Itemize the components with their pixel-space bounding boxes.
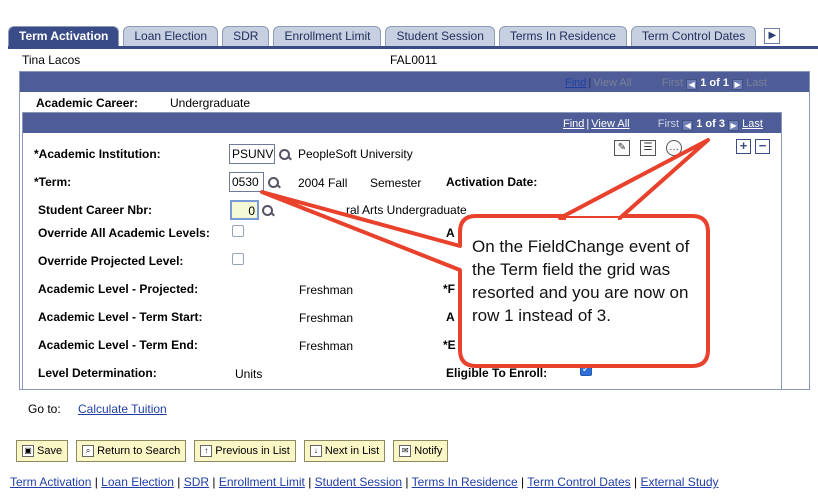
level-determination-value: Units	[235, 367, 263, 381]
outer-count: 1 of 1	[700, 77, 729, 89]
chart-icon[interactable]: ✎	[614, 140, 630, 156]
tab-student-session[interactable]: Student Session	[385, 26, 495, 46]
notepad-icon[interactable]: ☰	[640, 140, 656, 156]
previous-in-list-label: Previous in List	[215, 445, 290, 457]
term-input[interactable]: 0530	[229, 172, 264, 192]
button-bar: ▣ Save ⌕ Return to Search ↑ Previous in Lis…	[16, 440, 449, 462]
inner-view-all-link[interactable]: View All	[591, 118, 629, 130]
inner-nav: Find | View All First ◀ 1 of 3 ▶ Last	[563, 118, 763, 131]
inner-last-link[interactable]: Last	[742, 118, 763, 130]
level-determination-label: Level Determination:	[38, 366, 157, 380]
career-nbr-description: ral Arts Undergraduate	[346, 203, 467, 217]
goto-label: Go to:	[28, 402, 61, 416]
level-term-end-label: Academic Level - Term End:	[38, 338, 198, 352]
search-icon: ⌕	[82, 445, 95, 457]
partial-label-b: *E	[443, 338, 456, 352]
term-description: 2004 Fall	[298, 176, 348, 190]
down-arrow-icon: ↓	[309, 445, 322, 457]
tab-term-control-dates[interactable]: Term Control Dates	[630, 26, 757, 46]
outer-next-icon[interactable]: ▶	[732, 79, 744, 90]
save-button[interactable]: ▣ Save	[16, 440, 69, 462]
row-icons: ✎ ☰ …	[614, 140, 682, 156]
student-name: Tina Lacos	[22, 53, 81, 67]
career-nbr-lookup-icon[interactable]	[262, 205, 274, 217]
tab-enrollment-limit[interactable]: Enrollment Limit	[273, 26, 382, 46]
eligible-to-enroll-checkbox[interactable]: ✓	[580, 364, 592, 376]
activation-date-label: Activation Date:	[446, 175, 538, 189]
comment-icon[interactable]: …	[666, 140, 682, 156]
level-term-start-label: Academic Level - Term Start:	[38, 310, 203, 324]
footer-link-enrollment-limit[interactable]: Enrollment Limit	[219, 475, 305, 489]
level-projected-value: Freshman	[299, 283, 354, 297]
inner-prev-icon[interactable]: ◀	[682, 120, 694, 131]
up-arrow-icon: ↑	[200, 445, 213, 457]
level-term-start-value: Freshman	[299, 311, 354, 325]
inner-count: 1 of 3	[696, 118, 725, 130]
tab-bar: Term Activation Loan Election SDR Enroll…	[8, 26, 781, 46]
tab-loan-election[interactable]: Loan Election	[123, 26, 219, 46]
institution-description: PeopleSoft University	[298, 147, 413, 161]
override-projected-label: Override Projected Level:	[38, 254, 184, 268]
term-type: Semester	[370, 176, 422, 190]
tab-term-activation[interactable]: Term Activation	[8, 26, 120, 46]
level-projected-label: Academic Level - Projected:	[38, 282, 199, 296]
return-to-search-label: Return to Search	[97, 445, 181, 457]
delete-row-button[interactable]: −	[755, 139, 770, 154]
outer-first: First	[661, 77, 684, 89]
next-in-list-button[interactable]: ↓ Next in List	[303, 440, 386, 462]
term-label: *Term:	[34, 175, 72, 189]
academic-career-label: Academic Career:	[36, 96, 139, 110]
outer-view-all: View All	[593, 77, 632, 89]
eligible-to-enroll-label: Eligible To Enroll:	[446, 366, 548, 380]
tab-sdr[interactable]: SDR	[222, 26, 270, 46]
partial-label-a2: A	[446, 310, 455, 324]
tab-scroll-right-icon[interactable]: ▶	[764, 28, 781, 44]
calculate-tuition-link[interactable]: Calculate Tuition	[78, 402, 167, 416]
career-nbr-input[interactable]: 0	[230, 200, 259, 220]
save-label: Save	[37, 445, 63, 457]
institution-label: *Academic Institution:	[34, 147, 161, 161]
override-all-checkbox[interactable]	[232, 225, 244, 237]
inner-next-icon[interactable]: ▶	[728, 120, 740, 131]
footer-link-sdr[interactable]: SDR	[184, 475, 209, 489]
footer-link-term-control-dates[interactable]: Term Control Dates	[527, 475, 630, 489]
footer-link-external-study[interactable]: External Study	[640, 475, 718, 489]
inner-find-link[interactable]: Find	[563, 118, 584, 130]
outer-nav: Find | View All First ◀ 1 of 1 ▶ Last	[565, 77, 767, 90]
outer-find-link[interactable]: Find	[565, 77, 586, 89]
override-projected-checkbox[interactable]	[232, 253, 244, 265]
partial-label-a1: A	[446, 226, 455, 240]
add-row-button[interactable]: +	[736, 139, 751, 154]
institution-input[interactable]: PSUNV	[229, 144, 275, 164]
student-id: FAL0011	[390, 53, 438, 67]
return-to-search-button[interactable]: ⌕ Return to Search	[76, 440, 187, 462]
override-all-label: Override All Academic Levels:	[38, 226, 210, 240]
outer-prev-icon[interactable]: ◀	[686, 79, 698, 90]
tab-terms-in-residence[interactable]: Terms In Residence	[498, 26, 627, 46]
footer-link-student-session[interactable]: Student Session	[315, 475, 402, 489]
footer-link-loan-election[interactable]: Loan Election	[101, 475, 174, 489]
next-in-list-label: Next in List	[324, 445, 380, 457]
notify-label: Notify	[414, 445, 443, 457]
notify-icon: ✉	[399, 445, 412, 457]
partial-label-p: *F	[443, 282, 455, 296]
save-icon: ▣	[22, 445, 34, 457]
career-nbr-label: Student Career Nbr:	[38, 203, 153, 217]
footer-links: Term Activation | Loan Election | SDR | …	[10, 475, 719, 489]
previous-in-list-button[interactable]: ↑ Previous in List	[194, 440, 296, 462]
outer-last: Last	[746, 77, 767, 89]
inner-first: First	[657, 118, 680, 130]
level-term-end-value: Freshman	[299, 339, 354, 353]
notify-button[interactable]: ✉ Notify	[393, 440, 449, 462]
term-lookup-icon[interactable]	[268, 177, 280, 189]
footer-link-terms-in-residence[interactable]: Terms In Residence	[412, 475, 518, 489]
tab-underline	[8, 46, 818, 49]
callout-text: On the FieldChange event of the Term fie…	[472, 237, 690, 325]
academic-career-value: Undergraduate	[170, 96, 251, 110]
footer-link-term-activation[interactable]: Term Activation	[10, 475, 91, 489]
institution-lookup-icon[interactable]	[279, 149, 291, 161]
